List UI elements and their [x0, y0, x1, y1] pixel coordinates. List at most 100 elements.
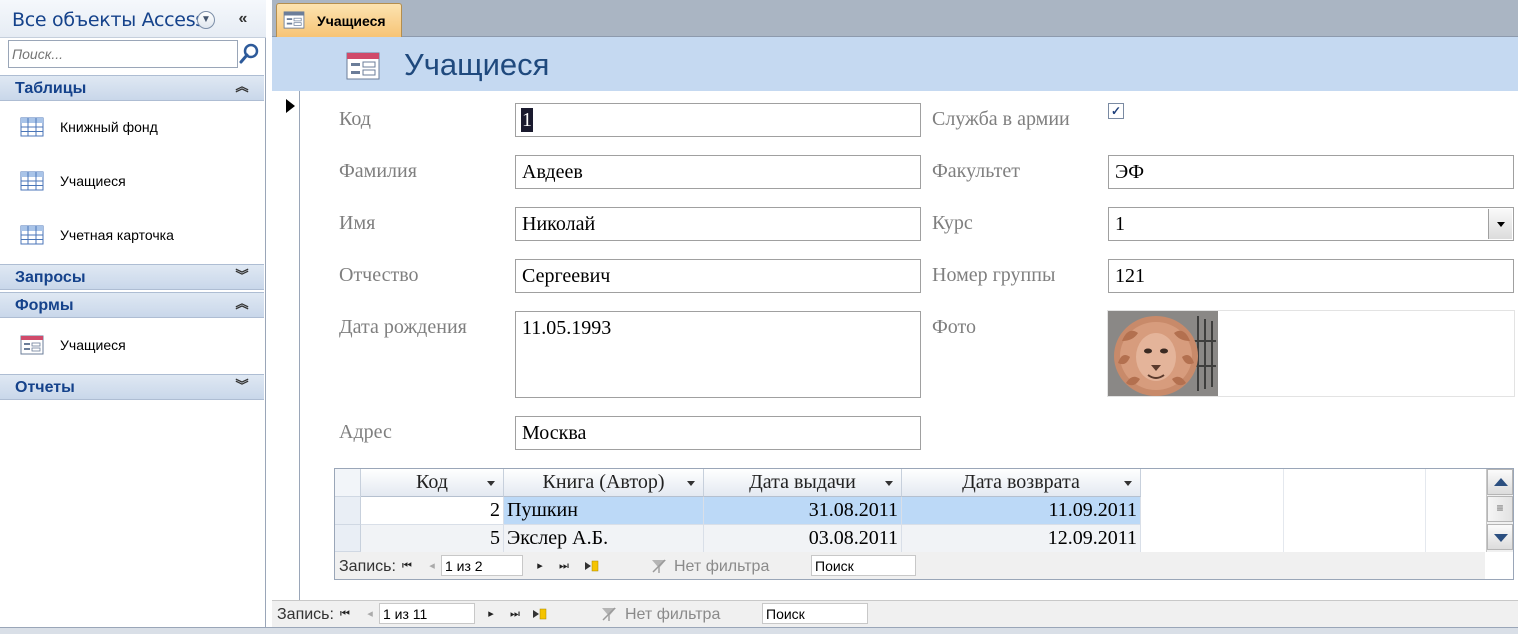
document-tab-strip [272, 0, 1518, 37]
chevron-down-icon[interactable]: ︾ [234, 267, 250, 287]
kurs-combobox[interactable]: 1 [1108, 207, 1514, 241]
table-icon [20, 225, 44, 245]
field-label-sluzhba-v-armii: Служба в армии [932, 108, 1070, 130]
chevron-down-icon[interactable] [687, 481, 695, 486]
filter-icon[interactable] [601, 606, 617, 622]
column-header-kod[interactable]: Код [361, 469, 504, 497]
subform-record-position-input[interactable] [441, 555, 523, 576]
first-record-icon[interactable]: ⏮ [338, 607, 352, 621]
search-icon[interactable] [238, 40, 262, 68]
table-cell-kod[interactable]: 5 [361, 525, 504, 553]
fakultet-field[interactable]: ЭФ [1108, 155, 1514, 189]
nav-group-label: Таблицы [15, 80, 87, 97]
nav-group-queries[interactable]: Запросы ︾ [0, 264, 264, 290]
nav-group-label: Отчеты [15, 379, 75, 396]
scroll-down-button[interactable] [1487, 524, 1513, 550]
column-header-data-vydachi[interactable]: Дата выдачи [704, 469, 902, 497]
nav-item-label: Учащиеся [60, 173, 126, 189]
form-icon [346, 52, 380, 80]
field-label-adres: Адрес [339, 421, 392, 443]
nav-group-label: Запросы [15, 269, 86, 286]
table-cell-kniga[interactable]: Пушкин [504, 497, 704, 525]
field-label-foto: Фото [932, 316, 977, 338]
record-position-input[interactable] [379, 603, 475, 624]
chevron-up-icon[interactable]: ︽ [234, 78, 250, 98]
nav-item-label: Учащиеся [60, 337, 126, 353]
previous-record-icon[interactable]: ◂ [363, 607, 377, 621]
window-bottom-edge [0, 627, 1518, 634]
next-record-icon[interactable]: ▸ [533, 559, 547, 573]
nav-item-table-uchetnaya-kartochka[interactable]: Учетная карточка [0, 219, 264, 251]
field-label-nomer-gruppy: Номер группы [932, 264, 1056, 286]
chevron-down-icon[interactable] [885, 481, 893, 486]
column-header-data-vozvrata[interactable]: Дата возврата [902, 469, 1141, 497]
kod-value[interactable]: 1 [521, 108, 533, 132]
table-cell-kod[interactable]: 2 [361, 497, 504, 525]
chevron-up-icon[interactable]: ︽ [234, 295, 250, 315]
table-cell-data-vozvrata[interactable]: 11.09.2011 [902, 497, 1141, 525]
chevron-down-icon[interactable] [1124, 481, 1132, 486]
previous-record-icon[interactable]: ◂ [425, 559, 439, 573]
record-selector[interactable] [272, 91, 300, 600]
nav-item-label: Учетная карточка [60, 227, 174, 243]
grid-line [1283, 469, 1284, 552]
nav-search-input[interactable] [8, 40, 238, 68]
form-icon [20, 335, 44, 355]
last-record-icon[interactable]: ⏭ [557, 559, 571, 573]
table-cell-data-vozvrata[interactable]: 12.09.2011 [902, 525, 1141, 553]
current-record-arrow-icon [286, 99, 295, 113]
otchestvo-field[interactable]: Сергеевич [515, 259, 921, 293]
filter-status[interactable]: Нет фильтра [625, 606, 720, 624]
nomer-gruppy-field[interactable]: 121 [1108, 259, 1514, 293]
chevron-down-icon[interactable] [1488, 209, 1512, 239]
select-all-corner[interactable] [335, 469, 361, 497]
chevron-down-icon[interactable]: ︾ [234, 377, 250, 397]
row-selector[interactable] [335, 525, 361, 552]
table-cell-data-vydachi[interactable]: 31.08.2011 [704, 497, 902, 525]
nav-group-reports[interactable]: Отчеты ︾ [0, 374, 264, 400]
row-selector[interactable] [335, 497, 361, 525]
record-label: Запись: [277, 606, 334, 623]
chevron-down-icon[interactable] [487, 481, 495, 486]
last-record-icon[interactable]: ⏭ [508, 607, 522, 621]
column-header-label: Книга (Автор) [542, 471, 665, 493]
nav-pane-header[interactable]: Все объекты Access ▼ « [0, 0, 266, 38]
new-record-icon[interactable] [583, 558, 599, 574]
field-label-fakultet: Факультет [932, 160, 1020, 182]
column-header-label: Дата выдачи [749, 471, 856, 493]
collapse-pane-icon[interactable]: « [232, 10, 254, 30]
first-record-icon[interactable]: ⏮ [400, 559, 414, 573]
field-label-data-rozhdeniya: Дата рождения [339, 316, 467, 338]
sluzhba-v-armii-checkbox[interactable]: ✓ [1108, 103, 1124, 119]
arrow-up-icon [1494, 478, 1508, 486]
scroll-up-button[interactable] [1487, 469, 1513, 495]
scroll-thumb[interactable]: ≡ [1487, 496, 1513, 522]
filter-icon[interactable] [651, 558, 667, 574]
nav-item-table-uchashchiesya[interactable]: Учащиеся [0, 165, 264, 197]
table-cell-kniga[interactable]: Экслер А.Б. [504, 525, 704, 553]
field-label-kod: Код [339, 108, 371, 130]
nav-item-form-uchashchiesya[interactable]: Учащиеся [0, 329, 264, 361]
table-cell-data-vydachi[interactable]: 03.08.2011 [704, 525, 902, 553]
nav-pane-title[interactable]: Все объекты Access [12, 9, 205, 31]
next-record-icon[interactable]: ▸ [484, 607, 498, 621]
new-record-icon[interactable] [531, 606, 547, 622]
subform-search-input[interactable] [811, 555, 916, 576]
filter-status[interactable]: Нет фильтра [674, 558, 769, 576]
search-input[interactable] [762, 603, 868, 624]
adres-field[interactable]: Москва [515, 416, 921, 450]
tab-label: Учащиеся [317, 13, 386, 29]
familiya-field[interactable]: Авдеев [515, 155, 921, 189]
data-rozhdeniya-field[interactable]: 11.05.1993 [515, 311, 921, 398]
column-header-label: Дата возврата [962, 471, 1080, 493]
nav-item-table-knizhny-fond[interactable]: Книжный фонд [0, 111, 264, 143]
nav-group-tables[interactable]: Таблицы ︽ [0, 75, 264, 101]
kod-field[interactable] [515, 103, 921, 137]
field-label-kurs: Курс [932, 212, 973, 234]
column-header-kniga[interactable]: Книга (Автор) [504, 469, 704, 497]
imya-field[interactable]: Николай [515, 207, 921, 241]
tab-uchashchiesya[interactable]: Учащиеся [276, 3, 402, 37]
nav-group-forms[interactable]: Формы ︽ [0, 292, 264, 318]
chevron-down-icon[interactable]: ▼ [197, 11, 215, 29]
form-title: Учащиеся [404, 47, 550, 82]
